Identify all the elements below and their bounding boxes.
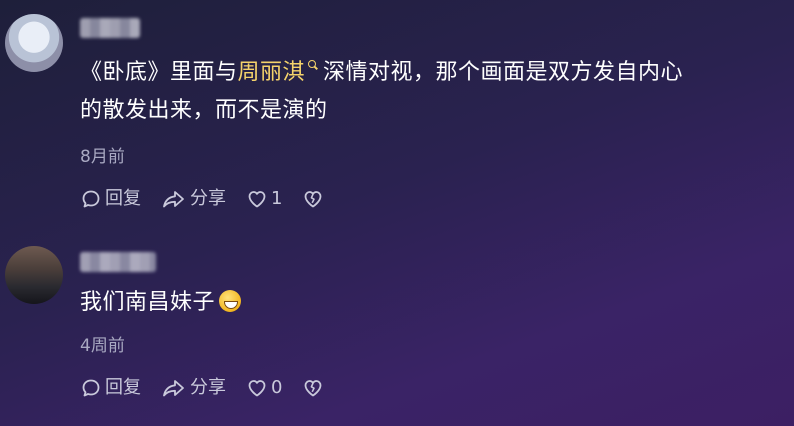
- like-count: 0: [271, 377, 283, 398]
- comment-actions: 回复 分享 1: [80, 187, 347, 211]
- commenter-name-blurred[interactable]: [80, 18, 140, 38]
- grinning-face-emoji-icon: [219, 290, 242, 312]
- heart-icon: [248, 191, 266, 208]
- comment-timestamp: 8月前: [80, 147, 125, 167]
- comment-text: 我们南昌妹子: [80, 284, 242, 322]
- reply-label: 回复: [105, 377, 141, 398]
- reply-label: 回复: [105, 188, 141, 209]
- share-button[interactable]: 分享: [161, 187, 226, 211]
- dislike-button[interactable]: [302, 188, 327, 210]
- share-button[interactable]: 分享: [161, 376, 226, 400]
- broken-heart-icon: [305, 191, 322, 208]
- share-arrow-icon: [163, 380, 184, 397]
- comment-line: 《卧底》里面与周丽淇 深情对视，那个画面是双方发自内心: [80, 60, 684, 85]
- dislike-button[interactable]: [302, 377, 327, 399]
- like-button[interactable]: 1: [246, 187, 282, 211]
- mention-link[interactable]: 周丽淇: [238, 60, 306, 85]
- like-button[interactable]: 0: [246, 376, 282, 400]
- comment-bubble-icon: [82, 379, 100, 397]
- comment-bubble-icon: [82, 190, 100, 208]
- comment-actions: 回复 分享 0: [80, 376, 347, 400]
- share-label: 分享: [190, 188, 226, 209]
- commenter-name-blurred[interactable]: [80, 252, 156, 272]
- search-icon[interactable]: [307, 60, 317, 70]
- broken-heart-icon: [305, 380, 322, 397]
- heart-icon: [248, 380, 266, 397]
- commenter-avatar[interactable]: [5, 14, 63, 72]
- share-arrow-icon: [163, 191, 184, 208]
- reply-button[interactable]: 回复: [80, 376, 141, 400]
- comment-line: 的散发出来，而不是演的: [80, 98, 328, 123]
- comment-text: 《卧底》里面与周丽淇 深情对视，那个画面是双方发自内心 的散发出来，而不是演的: [80, 54, 683, 130]
- share-label: 分享: [190, 377, 226, 398]
- like-count: 1: [271, 188, 283, 209]
- reply-button[interactable]: 回复: [80, 187, 141, 211]
- commenter-avatar[interactable]: [5, 246, 63, 304]
- comment-timestamp: 4周前: [80, 336, 125, 356]
